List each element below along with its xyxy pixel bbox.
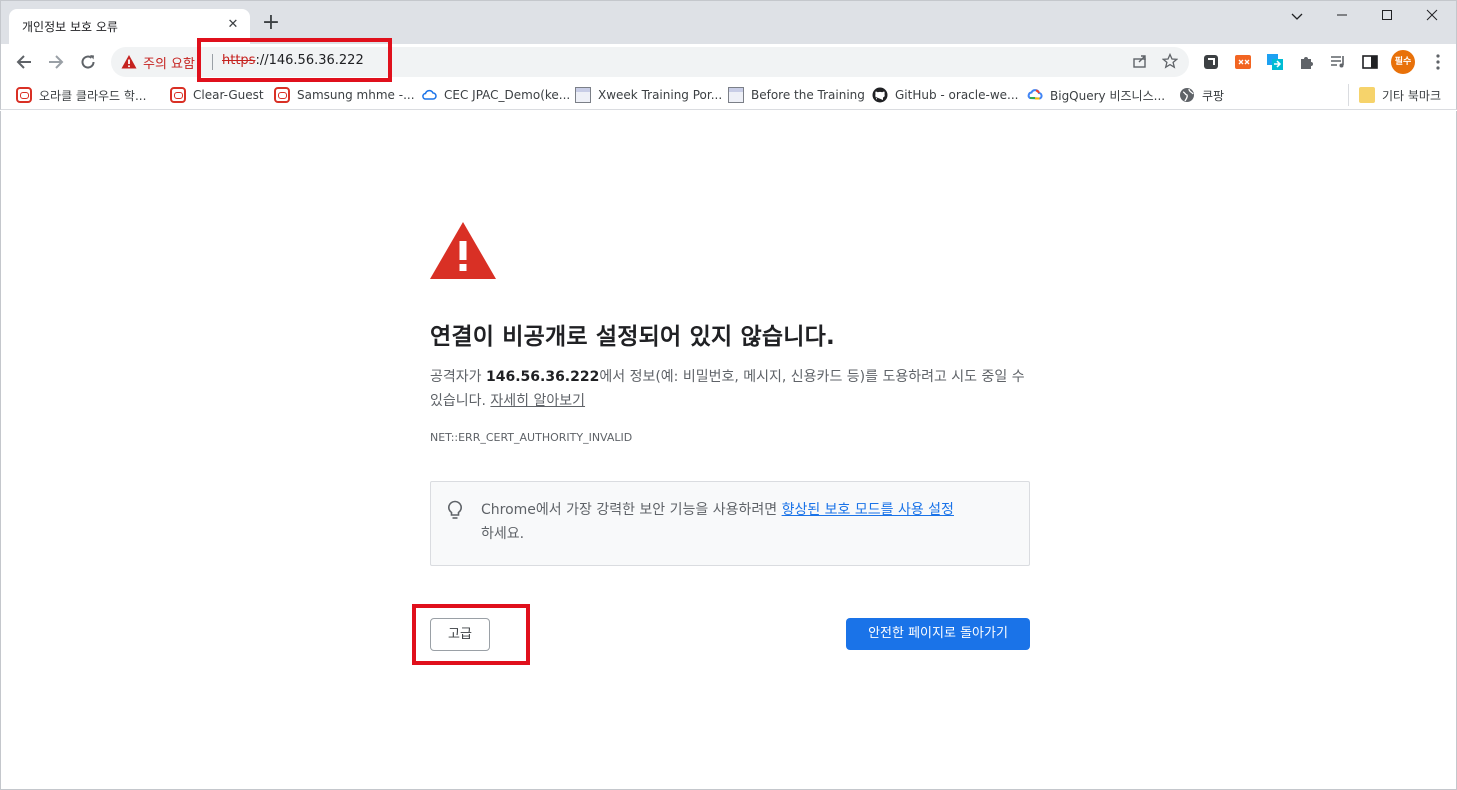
bookmark-label: Before the Training [751, 88, 865, 102]
warning-icon[interactable] [121, 54, 137, 70]
window-close-button[interactable] [1410, 5, 1454, 29]
google-cloud-icon [1027, 89, 1043, 100]
close-icon [1426, 9, 1438, 21]
back-button[interactable] [9, 47, 39, 77]
media-control-icon[interactable] [1328, 52, 1348, 72]
page-title: 연결이 비공개로 설정되어 있지 않습니다. [430, 324, 835, 350]
bookmark-item[interactable]: BigQuery 비즈니스... [1027, 84, 1165, 106]
interstitial-page: 연결이 비공개로 설정되어 있지 않습니다. 공격자가 146.56.36.22… [0, 111, 1457, 790]
promo-prefix: Chrome에서 가장 강력한 보안 기능을 사용하려면 [481, 502, 782, 518]
error-code[interactable]: NET::ERR_CERT_AUTHORITY_INVALID [430, 431, 632, 444]
enhanced-protection-promo: Chrome에서 가장 강력한 보안 기능을 사용하려면 향상된 보호 모드를 … [430, 481, 1030, 566]
tab-title: 개인정보 보호 오류 [22, 20, 118, 34]
oracle-icon [16, 87, 32, 103]
bookmark-item[interactable]: Samsung mhme -... [274, 84, 415, 106]
minimize-icon [1337, 14, 1347, 16]
enhanced-protection-link[interactable]: 향상된 보호 모드를 사용 설정 [782, 502, 954, 518]
new-tab-button[interactable]: + [260, 12, 282, 35]
page-icon [575, 87, 591, 103]
maximize-button[interactable] [1365, 5, 1409, 29]
profile-avatar[interactable]: 필수 [1391, 50, 1415, 74]
security-status[interactable]: 주의 요함 [143, 53, 195, 72]
back-to-safety-button[interactable]: 안전한 페이지로 돌아가기 [846, 618, 1030, 650]
bookmark-label: Xweek Training Por... [598, 88, 723, 102]
bookmark-label: GitHub - oracle-we... [895, 88, 1019, 102]
explanation-paragraph: 공격자가 146.56.36.222에서 정보(예: 비밀번호, 메시지, 신용… [430, 365, 1030, 413]
reload-icon [81, 55, 95, 69]
maximize-icon [1382, 10, 1392, 20]
bookmark-label: 오라클 클라우드 학... [39, 88, 147, 103]
arrow-right-icon [49, 55, 64, 69]
extension-icon-2[interactable] [1233, 52, 1253, 72]
kebab-menu-icon[interactable] [1428, 52, 1448, 72]
bookmark-item[interactable]: 쿠팡 [1179, 84, 1224, 106]
puzzle-icon[interactable] [1297, 52, 1317, 72]
bookmark-label: CEC JPAC_Demo(ke... [444, 88, 571, 102]
bookmark-item[interactable]: GitHub - oracle-we... [872, 84, 1018, 106]
other-bookmarks-label: 기타 북마크 [1382, 88, 1442, 103]
forward-button[interactable] [41, 47, 71, 77]
side-panel-icon[interactable] [1360, 52, 1380, 72]
reload-button[interactable] [73, 47, 103, 77]
extension-icon-1[interactable] [1201, 52, 1221, 72]
lightbulb-icon [448, 500, 462, 519]
tab-close-icon[interactable]: ✕ [224, 16, 242, 34]
bookmark-label: BigQuery 비즈니스... [1050, 88, 1166, 103]
bookmark-label: Samsung mhme -... [297, 88, 415, 102]
explanation-prefix: 공격자가 [430, 369, 486, 385]
extension-icon-3[interactable] [1265, 52, 1285, 72]
bookmarks-bar: 오라클 클라우드 학... Clear-Guest Samsung mhme -… [0, 80, 1457, 110]
advanced-button-highlight-box [412, 604, 530, 665]
bookmark-item[interactable]: Clear-Guest [170, 84, 264, 106]
bookmark-item[interactable]: 오라클 클라우드 학... [16, 84, 146, 106]
bookmark-label: 쿠팡 [1202, 88, 1225, 103]
url-highlight-box [197, 38, 392, 82]
chevron-down-icon [1291, 13, 1303, 20]
page-icon [728, 87, 744, 103]
promo-suffix: 하세요. [481, 526, 525, 542]
bookmark-label: Clear-Guest [193, 88, 264, 102]
minimize-button[interactable] [1320, 5, 1364, 29]
oracle-icon [170, 87, 186, 103]
host-name: 146.56.36.222 [485, 369, 600, 385]
bookmark-item[interactable]: Xweek Training Por... [575, 84, 722, 106]
tab-search-button[interactable] [1275, 5, 1319, 29]
learn-more-link[interactable]: 자세히 알아보기 [490, 393, 585, 409]
bookmark-star-icon[interactable] [1161, 52, 1179, 71]
bookmark-item[interactable]: Before the Training [728, 84, 865, 106]
promo-text: Chrome에서 가장 강력한 보안 기능을 사용하려면 향상된 보호 모드를 … [481, 498, 1021, 546]
other-bookmarks[interactable]: 기타 북마크 [1348, 84, 1441, 106]
globe-icon [1180, 88, 1194, 102]
folder-icon [1359, 87, 1375, 103]
danger-triangle-icon [430, 222, 496, 279]
oracle-icon [274, 87, 290, 103]
share-icon[interactable] [1131, 53, 1149, 71]
arrow-left-icon [16, 55, 31, 69]
bookmark-item[interactable]: CEC JPAC_Demo(ke... [421, 84, 570, 106]
cloud-icon [422, 89, 437, 100]
github-icon [872, 87, 888, 103]
